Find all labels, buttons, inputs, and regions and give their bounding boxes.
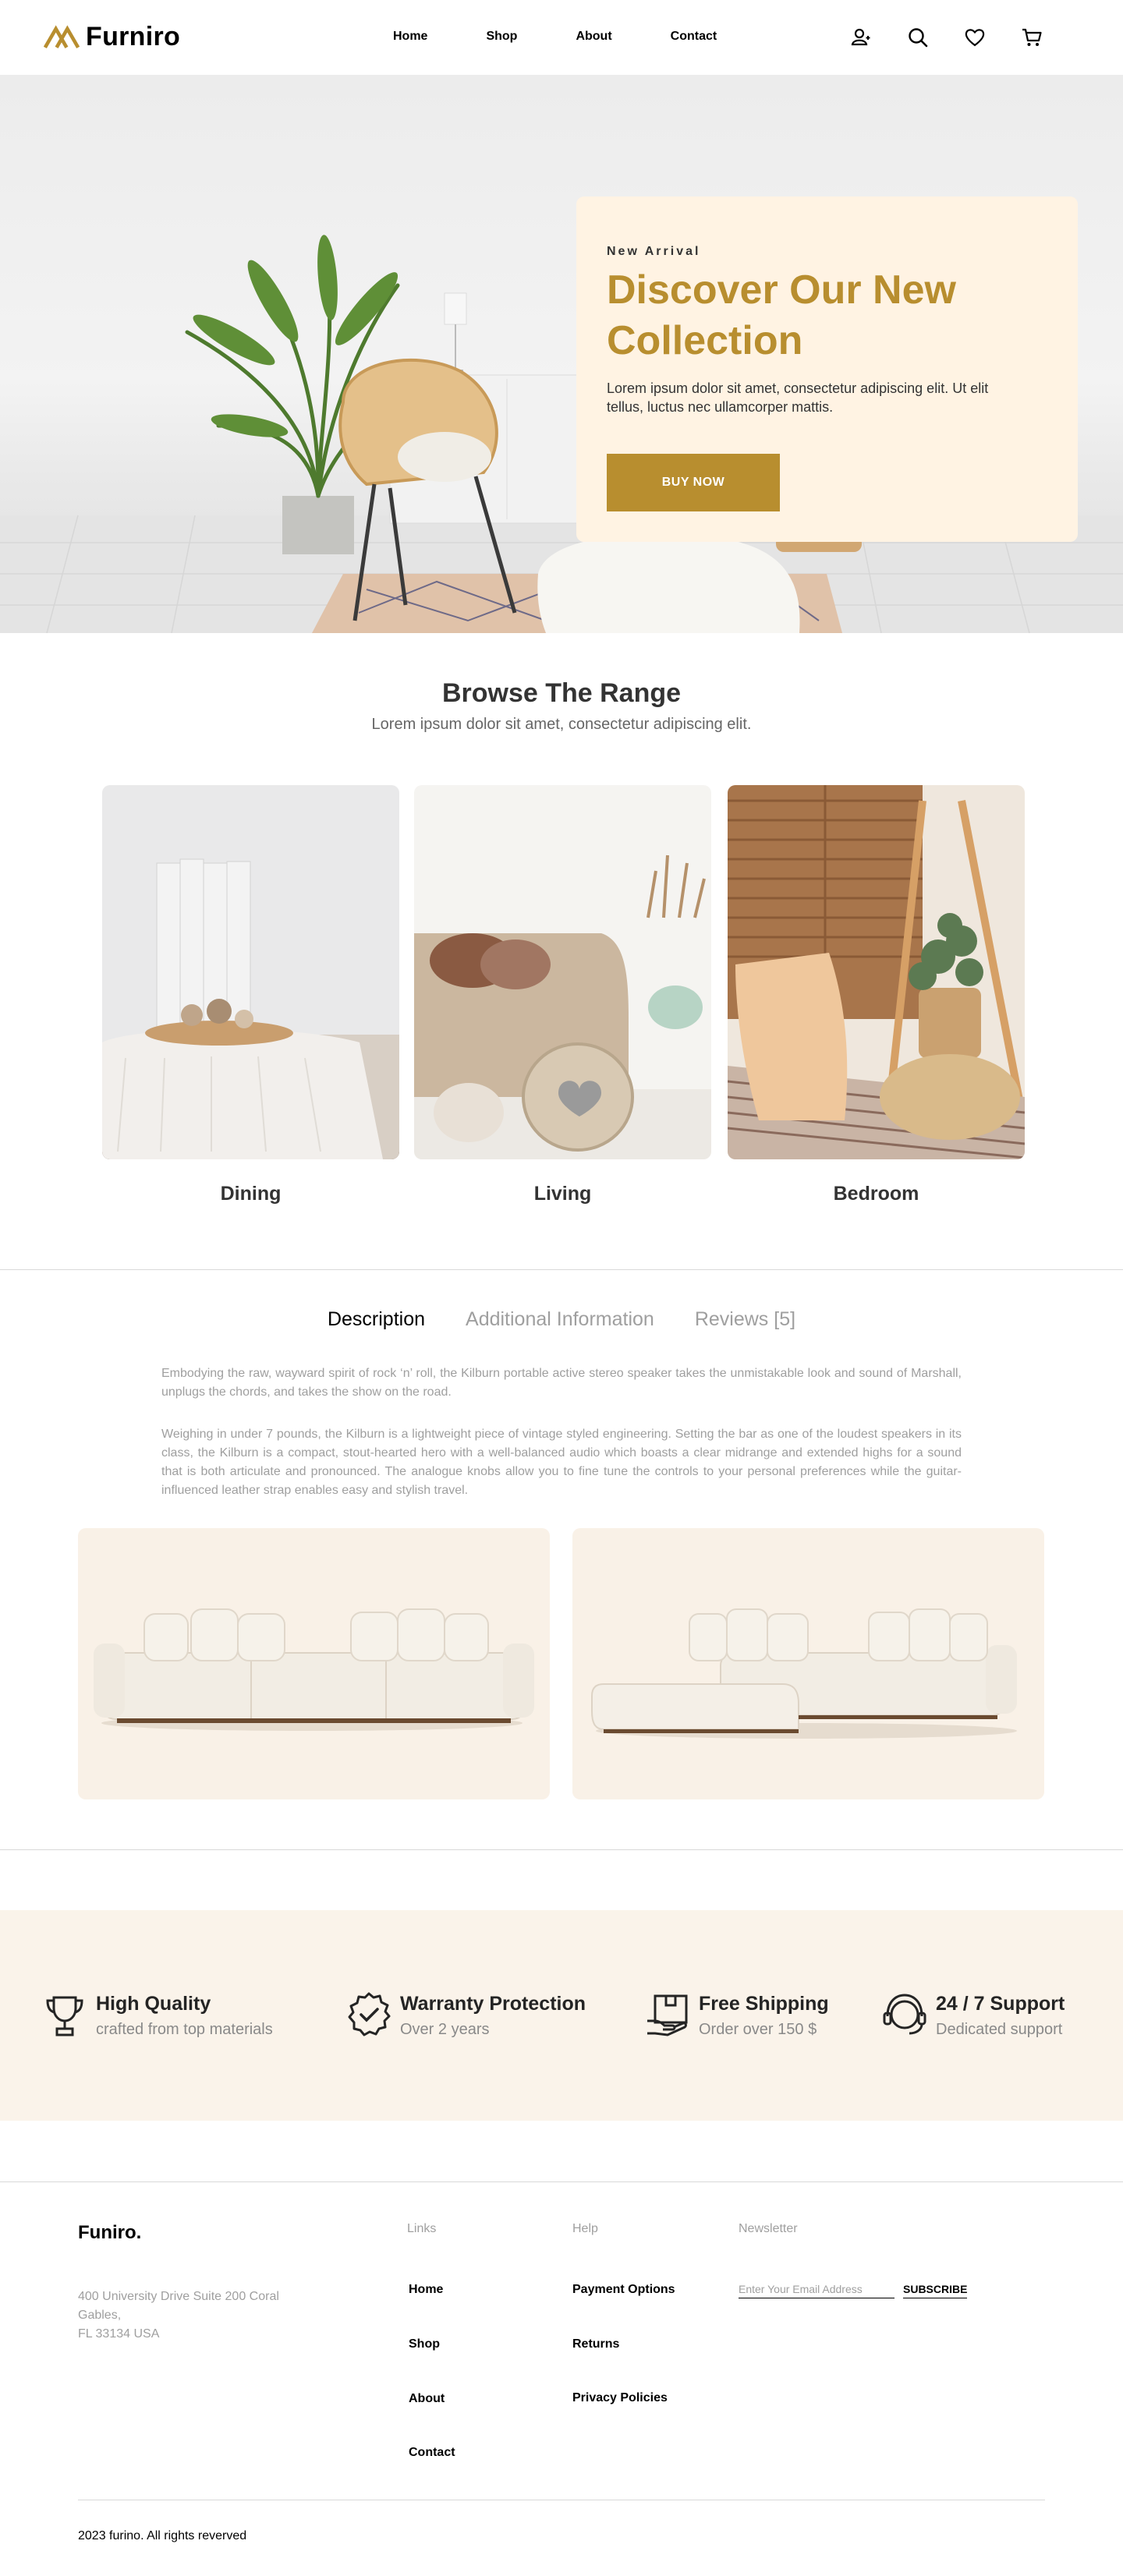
customer-support-icon — [883, 1994, 926, 2035]
feature-title: 24 / 7 Support — [936, 1993, 1065, 2015]
brand-name: Furniro — [86, 22, 181, 51]
footer-link-about[interactable]: About — [409, 2392, 445, 2406]
hero-title: Discover Our New Collection — [607, 267, 956, 363]
footer-link-payment-options[interactable]: Payment Options — [572, 2283, 675, 2297]
shipping-icon — [647, 1994, 688, 2036]
range-card-living[interactable]: Living — [414, 785, 711, 1205]
range-label-living: Living — [533, 1183, 592, 1205]
footer-brand: Funiro. — [78, 2222, 142, 2243]
footer-link-shop[interactable]: Shop — [409, 2337, 440, 2351]
user-icon[interactable] — [850, 27, 872, 48]
heart-icon[interactable] — [964, 27, 986, 48]
tab-description[interactable]: Description — [328, 1308, 425, 1331]
logo-mark-icon — [44, 24, 80, 48]
range-card-dining[interactable]: Dining — [102, 785, 399, 1205]
feature-title: Free Shipping — [699, 1993, 829, 2015]
description-paragraph-1: Embodying the raw, wayward spirit of roc… — [161, 1367, 962, 1399]
feature-high-quality: High Quality crafted from top materials — [41, 1991, 273, 2039]
feature-title: Warranty Protection — [400, 1993, 586, 2015]
nav-shop[interactable]: Shop — [486, 30, 517, 44]
guarantee-icon — [348, 1992, 391, 2036]
tab-reviews[interactable]: Reviews [5] — [695, 1308, 795, 1331]
trophy-icon — [46, 1996, 83, 2036]
hero-description: Lorem ipsum dolor sit amet, consectetur … — [607, 380, 989, 415]
range-card-bedroom[interactable]: Bedroom — [728, 785, 1025, 1205]
footer-links-heading: Links — [407, 2222, 437, 2235]
footer-newsletter-heading: Newsletter — [739, 2222, 798, 2235]
tab-additional-information[interactable]: Additional Information — [466, 1308, 654, 1331]
sofa-image-1 — [78, 1528, 550, 1799]
newsletter-email-input[interactable] — [739, 2280, 895, 2298]
footer-divider-top — [0, 2181, 1123, 2182]
features-strip: High Quality crafted from top materials … — [0, 1910, 1123, 2121]
nav-about[interactable]: About — [576, 30, 611, 44]
feature-free-shipping: Free Shipping Order over 150 $ — [644, 1991, 829, 2039]
product-tabs: Description Additional Information Revie… — [0, 1308, 1123, 1331]
section-divider — [0, 1269, 1123, 1270]
feature-warranty-protection: Warranty Protection Over 2 years — [345, 1991, 586, 2039]
site-header: Furniro Home Shop About Contact — [0, 0, 1123, 75]
nav-home[interactable]: Home — [393, 30, 427, 44]
footer-address-line-1: 400 University Drive Suite 200 Coral Gab… — [78, 2290, 279, 2322]
dining-image — [102, 785, 399, 1159]
feature-subtitle: Order over 150 $ — [699, 2021, 817, 2038]
cart-icon[interactable] — [1021, 27, 1043, 48]
footer-address: 400 University Drive Suite 200 Coral Gab… — [78, 2288, 312, 2344]
header-actions — [850, 27, 1043, 48]
subscribe-button[interactable]: SUBSCRIBE — [903, 2280, 968, 2298]
range-subtitle: Lorem ipsum dolor sit amet, consectetur … — [371, 716, 752, 733]
nav-contact[interactable]: Contact — [671, 30, 717, 44]
footer-link-privacy-policies[interactable]: Privacy Policies — [572, 2391, 668, 2405]
hero-card: New Arrival Discover Our New Collection … — [576, 196, 1078, 542]
footer-link-home[interactable]: Home — [409, 2283, 443, 2297]
buy-now-button[interactable]: BUY NOW — [607, 454, 780, 511]
footer-address-line-2: FL 33134 USA — [78, 2327, 160, 2341]
sofa-image-2 — [572, 1528, 1044, 1799]
hero-kicker: New Arrival — [607, 245, 701, 258]
copyright-text: 2023 furino. All rights reverved — [78, 2529, 247, 2542]
search-icon[interactable] — [907, 27, 929, 48]
feature-subtitle: Dedicated support — [936, 2021, 1063, 2038]
footer-link-returns[interactable]: Returns — [572, 2337, 619, 2351]
footer-link-contact[interactable]: Contact — [409, 2446, 455, 2460]
description-paragraph-2: Weighing in under 7 pounds, the Kilburn … — [161, 1428, 962, 1497]
living-image — [414, 785, 711, 1159]
range-title: Browse The Range — [441, 678, 682, 708]
feature-support: 24 / 7 Support Dedicated support — [881, 1991, 1065, 2039]
range-label-dining: Dining — [220, 1183, 282, 1205]
footer-help-heading: Help — [572, 2222, 598, 2235]
main-nav: Home Shop About Contact — [393, 30, 717, 44]
feature-subtitle: Over 2 years — [400, 2021, 490, 2038]
feature-title: High Quality — [96, 1993, 211, 2015]
hero-banner: New Arrival Discover Our New Collection … — [0, 75, 1123, 633]
feature-subtitle: crafted from top materials — [96, 2021, 273, 2038]
bedroom-image — [728, 785, 1025, 1159]
section-divider-2 — [0, 1849, 1123, 1850]
brand-logo[interactable]: Furniro — [44, 22, 180, 52]
range-label-bedroom: Bedroom — [833, 1183, 919, 1205]
